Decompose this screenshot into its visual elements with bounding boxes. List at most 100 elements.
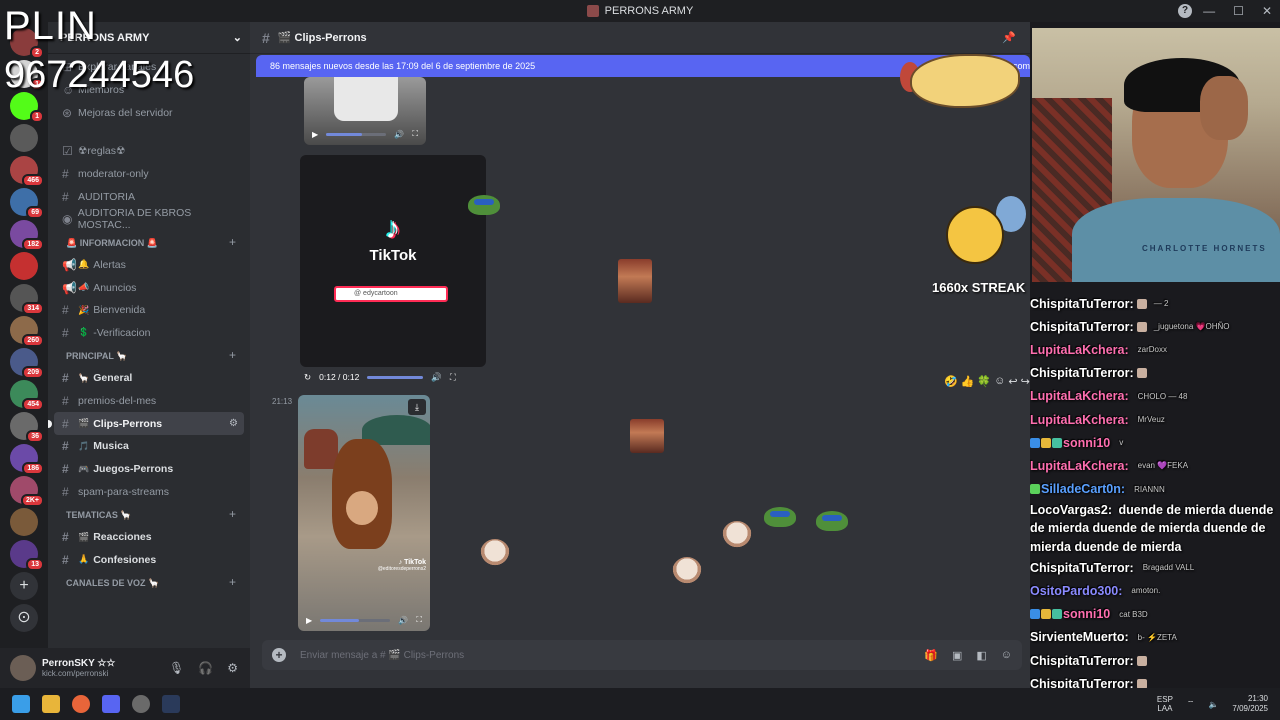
server-icon[interactable]: 13 [10, 540, 44, 571]
add-channel-icon[interactable]: + [229, 507, 236, 521]
channel-musica[interactable]: # 🎵 Musica [54, 435, 244, 458]
maximize-button[interactable]: ☐ [1233, 4, 1244, 18]
channel-general[interactable]: # 🦙 General [54, 367, 244, 390]
reaction-laugh-icon[interactable]: 🤣 [944, 375, 958, 388]
headphones-icon[interactable]: 🎧 [198, 661, 213, 675]
volume-icon[interactable]: 🔈 [1208, 700, 1218, 709]
server-icon[interactable]: 2K+ [10, 476, 44, 507]
user-info[interactable]: PerronSKY ☆☆ kick.com/perronski [42, 658, 115, 678]
channel-verificacion[interactable]: # 💲 -Verificacion [54, 322, 244, 345]
forward-icon[interactable]: ↪ [1021, 375, 1030, 388]
server-icon[interactable]: 186 [10, 444, 44, 475]
channel-auditoria-kbros[interactable]: ◉ AUDITORIA DE KBROS MOSTAC... [54, 207, 244, 231]
play-icon[interactable]: ▶ [306, 616, 312, 625]
pepe-emote [764, 507, 796, 527]
volume-icon[interactable]: 🔊 [394, 130, 404, 139]
category-principal[interactable]: PRINCIPAL 🦙 + [54, 344, 244, 367]
replay-icon[interactable]: ↻ [304, 372, 311, 383]
obs-icon[interactable] [132, 695, 150, 713]
message-composer[interactable]: + Enviar mensaje a # 🎬 Clips-Perrons 🎁 ▣… [262, 640, 1022, 670]
add-channel-icon[interactable]: + [229, 348, 236, 362]
tiktok-video-attachment[interactable]: ♪ TikTok @ edycartoon [300, 155, 486, 367]
reaction-thumbsup-icon[interactable]: 👍 [961, 375, 975, 388]
category-label: TEMATICAS 🦙 [66, 509, 132, 520]
chevron-down-icon[interactable]: ⌄ [233, 31, 242, 44]
seek-bar[interactable] [320, 618, 391, 622]
channel-anuncios[interactable]: 📢 📣 Anuncios [54, 276, 244, 299]
add-reaction-icon[interactable]: ☺ [994, 375, 1005, 388]
reaction-clover-icon[interactable]: 🍀 [977, 375, 991, 388]
explore-servers-icon[interactable]: ⊙ [10, 604, 38, 632]
announcement-icon: 📢 [62, 257, 77, 272]
channel-premios-del-mes[interactable]: # premios-del-mes [54, 390, 244, 413]
volume-icon[interactable]: 🔊 [431, 372, 442, 383]
reply-icon[interactable]: ↩ [1008, 375, 1017, 388]
add-server-button[interactable]: + [10, 572, 38, 600]
server-icon[interactable]: 209 [10, 348, 44, 379]
settings-gear-icon[interactable]: ⚙ [227, 661, 238, 675]
chat-message: ChispitaTuTerror: _juguetona 💗OHÑO [1030, 315, 1280, 338]
channel-auditoria[interactable]: # AUDITORIA [54, 185, 244, 208]
avatar[interactable] [10, 655, 36, 681]
gift-icon[interactable]: 🎁 [924, 649, 938, 662]
firefox-icon[interactable] [72, 695, 90, 713]
seek-bar[interactable] [367, 375, 424, 379]
server-icon[interactable]: 314 [10, 284, 44, 315]
emoji-icon[interactable]: ☺ [1001, 649, 1012, 662]
add-channel-icon[interactable]: + [229, 235, 236, 249]
video-attachment[interactable]: ⤓ ♪ TikTok @editoresdeperrons2 ▶ 🔊 ⛶ [298, 395, 430, 631]
server-icon[interactable]: 454 [10, 380, 44, 411]
channel-confesiones[interactable]: # 🙏 Confesiones [54, 548, 244, 571]
volume-icon[interactable]: 🔊 [398, 616, 408, 625]
perrons-army-server-icon[interactable] [10, 508, 38, 536]
steam-icon[interactable] [162, 695, 180, 713]
video-attachment[interactable]: ▶ 🔊 ⛶ [304, 77, 426, 145]
play-icon[interactable]: ▶ [312, 130, 318, 139]
file-explorer-icon[interactable] [42, 695, 60, 713]
channel-spam-para-streams[interactable]: # spam-para-streams [54, 480, 244, 503]
channel-reglas[interactable]: ☑ ☢reglas☢ [54, 140, 244, 163]
windows-start-icon[interactable] [12, 695, 30, 713]
add-channel-icon[interactable]: + [229, 575, 236, 589]
language-indicator[interactable]: ESP LAA [1157, 695, 1173, 713]
download-icon[interactable]: ⤓ [408, 399, 426, 415]
server-icon[interactable]: 260 [10, 316, 44, 347]
clock[interactable]: 21:30 7/09/2025 [1232, 694, 1268, 714]
discord-icon[interactable] [102, 695, 120, 713]
help-icon[interactable]: ? [1178, 4, 1192, 18]
server-icon[interactable]: 69 [10, 188, 44, 219]
channel-bienvenida[interactable]: # 🎉 Bienvenida [54, 299, 244, 322]
server-icon[interactable]: 182 [10, 220, 44, 251]
tiktok-search-box: @ edycartoon [334, 286, 448, 302]
seek-bar[interactable] [326, 132, 387, 136]
wifi-icon[interactable]: ⌔ [1187, 699, 1195, 709]
category-tematicas[interactable]: TEMATICAS 🦙 + [54, 503, 244, 526]
category-canales-de-voz[interactable]: CANALES DE VOZ 🦙 + [54, 571, 244, 594]
category-informacion[interactable]: 🚨 INFORMACION 🚨 + [54, 231, 244, 254]
gif-icon[interactable]: ▣ [952, 649, 962, 662]
server-icon[interactable] [10, 252, 38, 280]
fullscreen-icon[interactable]: ⛶ [450, 372, 456, 383]
composer-tools: 🎁 ▣ ◧ ☺ [924, 649, 1012, 662]
composer-placeholder: Enviar mensaje a # 🎬 Clips-Perrons [300, 649, 465, 661]
channel-reacciones[interactable]: # 🎬 Reacciones [54, 526, 244, 549]
chat-message: LupitaLaKchera: MrVeuz [1030, 408, 1280, 431]
channel-clips-perrons[interactable]: # 🎬 Clips-Perrons ⚙ [48, 412, 244, 435]
unread-badge: 314 [22, 302, 44, 315]
fullscreen-icon[interactable]: ⛶ [412, 129, 418, 139]
channel-moderator-only[interactable]: # moderator-only [54, 163, 244, 186]
channel-settings-gear-icon[interactable]: ⚙ [229, 418, 238, 429]
server-icon[interactable]: 36 [10, 412, 44, 443]
fullscreen-icon[interactable]: ⛶ [416, 615, 422, 625]
chat-username: sonni10 [1063, 435, 1111, 450]
server-icon[interactable] [10, 124, 38, 152]
add-attachment-icon[interactable]: + [272, 648, 286, 662]
server-icon[interactable]: 466 [10, 156, 44, 187]
sticker-icon[interactable]: ◧ [976, 649, 986, 662]
close-button[interactable]: ✕ [1262, 4, 1272, 18]
channel-juegos-perrons[interactable]: # 🎮 Juegos-Perrons [54, 458, 244, 481]
minimize-button[interactable]: — [1203, 4, 1215, 18]
microphone-icon[interactable]: 🎙 [169, 661, 184, 675]
server-boost-item[interactable]: ⊛ Mejoras del servidor [54, 101, 244, 124]
channel-alertas[interactable]: 📢 🔔 Alertas [54, 254, 244, 277]
